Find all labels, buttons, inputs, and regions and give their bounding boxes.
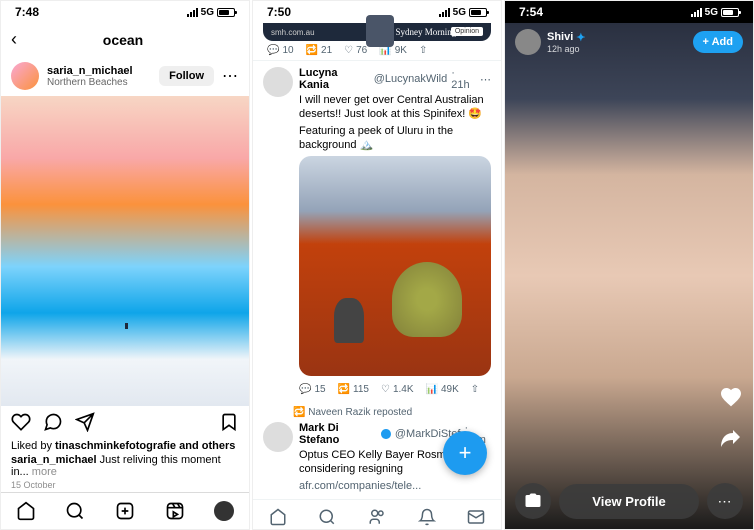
camera-icon xyxy=(524,492,542,510)
page-title: ocean xyxy=(7,32,239,48)
retweet-button[interactable]: 🔁 115 xyxy=(338,384,369,395)
bottom-nav xyxy=(253,499,501,530)
follow-button[interactable]: Follow xyxy=(159,66,214,86)
snapchat-screen: 7:54 5G Shivi ✦ 12h ago + Add View Profi… xyxy=(504,0,754,530)
home-icon[interactable] xyxy=(269,508,287,526)
share-button[interactable]: ⇧ xyxy=(471,384,479,395)
more-icon[interactable]: ⋯ xyxy=(480,73,491,86)
heart-icon[interactable] xyxy=(11,412,31,432)
side-actions xyxy=(719,385,743,449)
status-bar: 7:54 5G xyxy=(505,1,753,23)
card-image xyxy=(366,15,394,47)
bookmark-icon[interactable] xyxy=(219,412,239,432)
network-label: 5G xyxy=(705,7,718,18)
view-profile-button[interactable]: View Profile xyxy=(559,484,699,519)
post-date: 15 October xyxy=(11,480,239,490)
post-image[interactable] xyxy=(1,96,249,406)
avatar[interactable] xyxy=(263,67,293,97)
ig-header: ‹ ocean xyxy=(1,23,249,56)
verified-icon xyxy=(381,429,390,439)
add-friend-button[interactable]: + Add xyxy=(693,31,743,53)
status-bar: 7:48 5G xyxy=(1,1,249,23)
more-button[interactable]: ⋯ xyxy=(707,483,743,519)
signal-icon xyxy=(439,7,450,17)
user-info[interactable]: saria_n_michael Northern Beaches xyxy=(47,65,151,88)
battery-icon xyxy=(721,8,739,17)
tweet-link[interactable]: afr.com/companies/tele... xyxy=(299,479,491,493)
repost-label: 🔁 Naveen Razik reposted xyxy=(253,405,501,418)
opinion-badge: Opinion xyxy=(451,27,483,36)
network-label: 5G xyxy=(201,7,214,18)
battery-icon xyxy=(217,8,235,17)
reply-button[interactable]: 💬 15 xyxy=(299,384,326,395)
reply-button[interactable]: 💬 10 xyxy=(267,45,294,56)
compose-button[interactable]: + xyxy=(443,431,487,475)
status-time: 7:48 xyxy=(15,5,39,19)
story-content[interactable]: Shivi ✦ 12h ago + Add View Profile ⋯ xyxy=(505,23,753,529)
username: Shivi ✦ xyxy=(547,31,687,44)
author-name[interactable]: Lucyna Kania xyxy=(299,67,370,91)
likes-text[interactable]: Liked by tinaschminkefotografie and othe… xyxy=(11,440,239,452)
tweet-text: I will never get over Central Australian… xyxy=(299,93,491,122)
share-icon[interactable] xyxy=(75,412,95,432)
comment-icon[interactable] xyxy=(43,412,63,432)
twitter-screen: 7:50 5G Opinion smh.com.au The Sydney Mo… xyxy=(252,0,502,530)
share-button[interactable]: ⇧ xyxy=(419,45,427,56)
like-button[interactable]: ♡ 1.4K xyxy=(381,384,414,395)
status-right: 5G xyxy=(439,7,487,18)
post-meta: Liked by tinaschminkefotografie and othe… xyxy=(1,438,249,492)
author-handle: @LucynakWild xyxy=(374,73,448,85)
location: Northern Beaches xyxy=(47,77,151,88)
tweet[interactable]: Lucyna Kania @LucynakWild · 21h ⋯ I will… xyxy=(253,60,501,405)
like-button[interactable]: ♡ 76 xyxy=(344,45,367,56)
camera-button[interactable] xyxy=(515,483,551,519)
messages-icon[interactable] xyxy=(467,508,485,526)
status-time: 7:54 xyxy=(519,5,543,19)
status-right: 5G xyxy=(691,7,739,18)
retweet-button[interactable]: 🔁 21 xyxy=(306,45,333,56)
story-time: 12h ago xyxy=(547,44,687,54)
post-actions xyxy=(1,406,249,438)
search-icon[interactable] xyxy=(318,508,336,526)
post-header: saria_n_michael Northern Beaches Follow … xyxy=(1,56,249,96)
search-icon[interactable] xyxy=(65,501,85,521)
link-card[interactable]: Opinion smh.com.au The Sydney Morning He… xyxy=(263,23,491,41)
avatar[interactable] xyxy=(515,29,541,55)
home-icon[interactable] xyxy=(16,501,36,521)
instagram-screen: 7:48 5G ‹ ocean saria_n_michael Northern… xyxy=(0,0,250,530)
communities-icon[interactable] xyxy=(368,508,386,526)
profile-icon[interactable] xyxy=(214,501,234,521)
add-post-icon[interactable] xyxy=(115,501,135,521)
battery-icon xyxy=(469,8,487,17)
more-icon[interactable]: ⋯ xyxy=(222,66,239,86)
caption[interactable]: saria_n_michael Just reliving this momen… xyxy=(11,454,239,478)
tweet-time: · 21h xyxy=(451,67,476,91)
views-button[interactable]: 📊 49K xyxy=(426,384,459,395)
signal-icon xyxy=(187,7,198,17)
author-name[interactable]: Mark Di Stefano xyxy=(299,422,377,446)
reels-icon[interactable] xyxy=(165,501,185,521)
user-info[interactable]: Shivi ✦ 12h ago xyxy=(547,31,687,54)
avatar[interactable] xyxy=(263,422,293,452)
status-right: 5G xyxy=(187,7,235,18)
signal-icon xyxy=(691,7,702,17)
network-label: 5G xyxy=(453,7,466,18)
card-url: smh.com.au xyxy=(271,28,315,37)
story-header: Shivi ✦ 12h ago + Add xyxy=(505,29,753,55)
tweet-metrics: 💬 15 🔁 115 ♡ 1.4K 📊 49K ⇧ xyxy=(299,380,491,399)
username: saria_n_michael xyxy=(47,65,151,77)
tweet-text-2: Featuring a peek of Uluru in the backgro… xyxy=(299,124,491,153)
bottom-actions: View Profile ⋯ xyxy=(505,483,753,519)
tweet-header: Lucyna Kania @LucynakWild · 21h ⋯ xyxy=(299,67,491,91)
forward-icon[interactable] xyxy=(719,425,743,449)
heart-icon[interactable] xyxy=(719,385,743,409)
status-time: 7:50 xyxy=(267,5,291,19)
avatar[interactable] xyxy=(11,62,39,90)
notifications-icon[interactable] xyxy=(418,508,436,526)
bottom-nav xyxy=(1,492,249,529)
tweet-image[interactable] xyxy=(299,156,491,376)
